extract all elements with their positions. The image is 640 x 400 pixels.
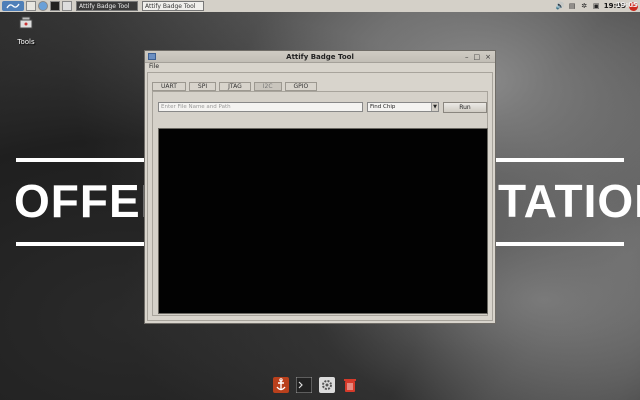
window-titlebar[interactable]: Attify Badge Tool – □ × <box>145 51 495 63</box>
settings-icon <box>319 377 335 393</box>
wallpaper-stripe-bottom-left <box>16 242 146 246</box>
tab-jtag[interactable]: JTAG <box>219 82 251 91</box>
dock-item-settings[interactable] <box>318 376 336 394</box>
taskbar-item-2[interactable]: Attify Badge Tool <box>142 1 204 11</box>
dock-item-anchor[interactable] <box>272 376 290 394</box>
tools-icon <box>19 16 33 29</box>
wallpaper-stripe-top-right <box>496 158 624 162</box>
window-launcher-icon[interactable] <box>62 1 72 11</box>
dock <box>272 376 359 394</box>
minimize-button[interactable]: – <box>465 53 469 61</box>
dock-item-terminal[interactable] <box>295 376 313 394</box>
trash-icon <box>344 379 356 392</box>
attify-window: Attify Badge Tool – □ × File UART SPI JT… <box>144 50 496 324</box>
close-button[interactable]: × <box>485 53 491 61</box>
terminal-launcher-icon[interactable] <box>50 1 60 11</box>
file-path-input[interactable]: Enter File Name and Path <box>158 102 363 112</box>
top-panel: Attify Badge Tool Attify Badge Tool 🔊 ▤ … <box>0 0 640 12</box>
browser-launcher-icon[interactable] <box>38 1 48 11</box>
maximize-button[interactable]: □ <box>474 53 481 61</box>
settings-tray-icon[interactable]: ✲ <box>580 2 589 10</box>
window-title: Attify Badge Tool <box>286 52 354 61</box>
tab-spi[interactable]: SPI <box>188 82 217 91</box>
start-menu-button[interactable] <box>2 1 24 11</box>
desktop-icon-tools[interactable]: Tools <box>10 14 42 46</box>
tab-uart[interactable]: UART <box>152 82 186 91</box>
anchor-icon <box>273 377 289 393</box>
wallpaper-text-right: TATION <box>498 175 640 227</box>
protocol-tabs: UART SPI JTAG I2C GPIO <box>152 82 318 91</box>
chip-select[interactable]: Find Chip ▼ <box>367 102 439 112</box>
desktop-icon-label: Tools <box>17 38 35 46</box>
menu-file[interactable]: File <box>149 63 159 70</box>
taskbar-item-label: Attify Badge Tool <box>145 2 196 10</box>
desktop-clock: 19:05 <box>615 1 638 9</box>
menubar: File <box>145 63 495 71</box>
run-button[interactable]: Run <box>443 102 487 113</box>
chevron-down-icon[interactable]: ▼ <box>431 103 438 111</box>
taskbar-item-label: Attify Badge Tool <box>79 2 130 10</box>
tab-panel: Enter File Name and Path Find Chip ▼ Run <box>152 91 488 316</box>
main-frame: UART SPI JTAG I2C GPIO Enter File Name a… <box>147 72 493 321</box>
wallpaper-stripe-bottom-right <box>496 242 624 246</box>
chip-select-value: Find Chip <box>370 104 396 110</box>
file-manager-launcher-icon[interactable] <box>26 1 36 11</box>
tab-gpio[interactable]: GPIO <box>284 82 318 91</box>
terminal-icon <box>296 377 312 393</box>
volume-icon[interactable]: 🔊 <box>556 2 565 10</box>
wallpaper-stripe-top-left <box>16 158 146 162</box>
taskbar-item-1[interactable]: Attify Badge Tool <box>76 1 138 11</box>
clipboard-icon[interactable]: ▤ <box>568 2 577 10</box>
app-menu-icon <box>6 3 20 9</box>
dock-item-trash[interactable] <box>341 376 359 394</box>
network-icon[interactable]: ▣ <box>592 2 601 10</box>
tab-i2c[interactable]: I2C <box>253 82 282 91</box>
output-console[interactable] <box>158 128 488 314</box>
